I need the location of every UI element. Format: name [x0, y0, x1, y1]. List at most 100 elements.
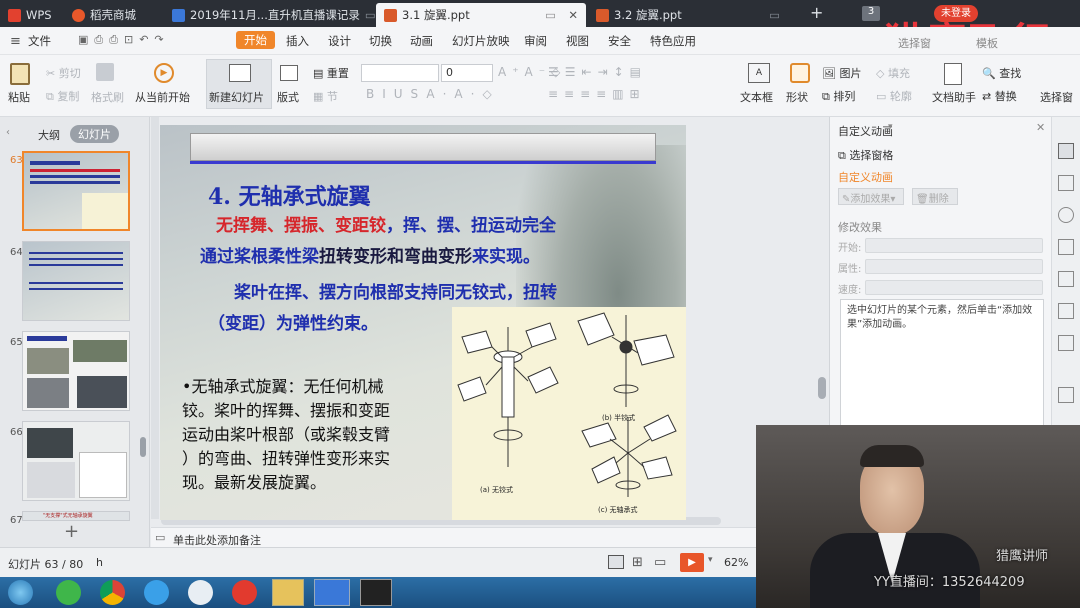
- menu-home[interactable]: 开始: [236, 31, 275, 49]
- select-pane-button[interactable]: 选择窗: [1040, 89, 1073, 105]
- slide-thumb-64[interactable]: [22, 241, 130, 321]
- section-button[interactable]: ▦ 节: [313, 88, 338, 104]
- reading-view-icon[interactable]: ▭: [654, 555, 666, 570]
- menu-security[interactable]: 安全: [608, 33, 631, 49]
- template-shortcut[interactable]: 模板: [976, 35, 998, 51]
- menu-design[interactable]: 设计: [328, 33, 351, 49]
- menu-view[interactable]: 视图: [566, 33, 589, 49]
- chevron-down-icon[interactable]: ▾: [708, 555, 713, 565]
- menu-review[interactable]: 审阅: [524, 33, 547, 49]
- align-format-icons[interactable]: ≡≡≡≡▥⊞: [548, 87, 646, 101]
- fill-button[interactable]: ◇ 填充: [876, 65, 910, 81]
- notes-placeholder[interactable]: 单击此处添加备注: [173, 532, 261, 548]
- notes-bar[interactable]: ▭ 单击此处添加备注: [151, 527, 828, 547]
- start-button-icon[interactable]: [8, 580, 33, 605]
- network-icon[interactable]: [188, 580, 213, 605]
- arrange-button[interactable]: ⧉ 排列: [822, 88, 855, 104]
- outline-button[interactable]: ▭ 轮廓: [876, 88, 912, 104]
- current-slide[interactable]: 4. 无轴承式旋翼 无挥舞、摆振、变距铰，挥、摆、扭运动完全 通过桨根柔性梁扭转…: [160, 125, 686, 520]
- replace-button[interactable]: ⇄ 替换: [982, 88, 1017, 104]
- file-explorer-icon[interactable]: [272, 579, 304, 606]
- delete-button[interactable]: 🗑删除: [912, 188, 958, 205]
- tab-daoke-store[interactable]: 稻壳商城: [64, 3, 164, 27]
- format-painter-icon[interactable]: [96, 63, 114, 81]
- app-360-icon[interactable]: [56, 580, 81, 605]
- shape-button[interactable]: 形状: [786, 89, 808, 105]
- shape-icon[interactable]: [790, 63, 810, 83]
- list-format-icons[interactable]: ☰☰⇤⇥↕▤: [548, 65, 647, 79]
- speed-select[interactable]: [865, 280, 1043, 295]
- canvas-vscroll-thumb[interactable]: [818, 377, 826, 399]
- slider-tool-icon[interactable]: [1058, 239, 1074, 255]
- new-tab-icon[interactable]: +: [810, 3, 823, 22]
- new-slide-button[interactable]: 新建幻灯片: [206, 59, 272, 109]
- tab-ppt-3-1[interactable]: 3.1 旋翼.ppt ▭ ✕: [376, 3, 586, 27]
- sound-tool-icon[interactable]: [1058, 335, 1074, 351]
- slide-thumb-65[interactable]: [22, 331, 130, 411]
- hamburger-icon[interactable]: ≡: [10, 34, 21, 49]
- animation-star-icon[interactable]: [1058, 143, 1074, 159]
- menu-transition[interactable]: 切换: [369, 33, 392, 49]
- copy-button[interactable]: ⧉ 复制: [46, 88, 79, 104]
- doc-helper-icon[interactable]: [944, 63, 962, 85]
- format-painter-button[interactable]: 格式刷: [91, 89, 124, 105]
- layout-button[interactable]: 版式: [277, 89, 299, 105]
- quick-access-icons[interactable]: ▣⎙⎙⊡↶↷: [78, 33, 170, 47]
- tab-slides[interactable]: 幻灯片: [70, 125, 119, 143]
- wps-taskbar-icon[interactable]: [314, 579, 350, 606]
- menu-animation[interactable]: 动画: [410, 33, 433, 49]
- opera-icon[interactable]: [232, 580, 257, 605]
- paste-button[interactable]: 粘贴: [8, 89, 30, 105]
- slide-thumb-66[interactable]: [22, 421, 130, 501]
- font-style-icons[interactable]: BIUSA·A·◇: [366, 87, 500, 101]
- font-size-field[interactable]: 0: [441, 64, 493, 82]
- cut-button[interactable]: ✂ 剪切: [46, 65, 81, 81]
- textbox-button[interactable]: 文本框: [740, 89, 773, 105]
- tab-doc-record[interactable]: 2019年11月...直升机直播课记录 ▭: [164, 3, 376, 27]
- textbox-icon[interactable]: A: [748, 63, 770, 83]
- image-tool-icon[interactable]: [1058, 387, 1074, 403]
- tab-outline[interactable]: 大纲: [38, 127, 60, 143]
- transition-tool-icon[interactable]: [1058, 303, 1074, 319]
- layout-icon[interactable]: [280, 65, 298, 81]
- tab-wps[interactable]: WPS: [0, 3, 60, 27]
- menu-slideshow[interactable]: 幻灯片放映: [452, 33, 510, 49]
- zoom-level[interactable]: 62%: [724, 556, 748, 569]
- normal-view-icon[interactable]: [608, 555, 624, 569]
- tab-ppt-3-2[interactable]: 3.2 旋翼.ppt ▭: [588, 3, 788, 27]
- select-pane-shortcut[interactable]: 选择窗: [898, 35, 931, 51]
- add-slide-icon[interactable]: +: [64, 521, 79, 542]
- start-select[interactable]: [865, 238, 1043, 253]
- property-select[interactable]: [865, 259, 1043, 274]
- thumb-scrollbar[interactable]: [140, 437, 146, 457]
- select-pane-link[interactable]: ⧉ 选择窗格: [838, 147, 893, 163]
- paste-icon[interactable]: [10, 63, 30, 85]
- close-tab-icon[interactable]: ✕: [568, 8, 578, 22]
- recorder-icon[interactable]: [360, 579, 392, 606]
- doc-helper-button[interactable]: 文档助手: [932, 89, 976, 105]
- play-slideshow-button[interactable]: ▶: [680, 553, 704, 572]
- menu-insert[interactable]: 插入: [286, 33, 309, 49]
- chrome-icon[interactable]: [100, 580, 125, 605]
- menu-file[interactable]: 文件: [28, 33, 51, 49]
- slide-thumb-67[interactable]: "无支撑"式无轴承旋翼: [22, 511, 130, 521]
- add-effect-button[interactable]: ✎添加效果▾: [838, 188, 904, 205]
- font-name-field[interactable]: [361, 64, 439, 82]
- browser-icon[interactable]: [144, 580, 169, 605]
- presenter-video-overlay: 猎鹰讲师 YY直播间：1352644209: [756, 425, 1080, 608]
- copy-layout-icon[interactable]: [1058, 175, 1074, 191]
- collapse-pane-icon[interactable]: ‹: [6, 127, 10, 138]
- slide-thumb-63[interactable]: [22, 151, 130, 231]
- play-from-current-icon[interactable]: ▶: [154, 63, 174, 83]
- find-button[interactable]: 🔍 查找: [982, 65, 1021, 81]
- from-current-button[interactable]: 从当前开始: [135, 89, 190, 105]
- sorter-view-icon[interactable]: ⊞: [632, 555, 643, 570]
- shape-tool-icon[interactable]: [1058, 207, 1074, 223]
- close-pane-icon[interactable]: ✕: [1036, 121, 1045, 134]
- tab-count-badge[interactable]: 3: [862, 6, 880, 21]
- text-tool-icon[interactable]: [1058, 271, 1074, 287]
- reset-button[interactable]: ▤ 重置: [313, 65, 349, 81]
- chevron-down-icon[interactable]: ▾: [888, 122, 893, 132]
- picture-button[interactable]: 🖼 图片: [822, 65, 861, 81]
- menu-features[interactable]: 特色应用: [650, 33, 696, 49]
